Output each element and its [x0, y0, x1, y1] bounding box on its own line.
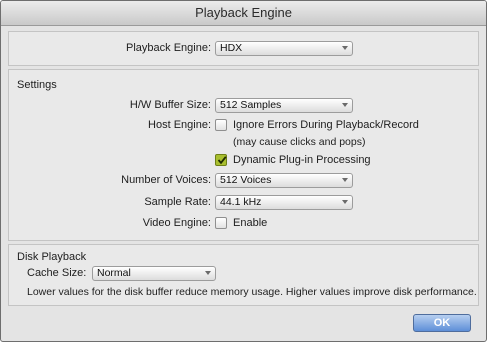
- playback-engine-dropdown[interactable]: HDX: [215, 41, 353, 56]
- hw-buffer-dropdown[interactable]: 512 Samples: [215, 98, 353, 113]
- chevron-down-icon: [205, 271, 211, 275]
- voices-dropdown[interactable]: 512 Voices: [215, 173, 353, 188]
- host-engine-label: Host Engine:: [148, 119, 211, 131]
- cache-size-label: Cache Size:: [27, 267, 87, 279]
- video-engine-enable-label: Enable: [233, 217, 268, 229]
- dynamic-plugin-label: Dynamic Plug-in Processing: [233, 154, 371, 166]
- playback-engine-label: Playback Engine:: [126, 42, 211, 54]
- chevron-down-icon: [342, 103, 348, 107]
- playback-engine-dialog: Playback Engine Playback Engine: HDX Set…: [0, 0, 487, 342]
- sample-rate-value: 44.1 kHz: [220, 196, 262, 208]
- ignore-errors-label: Ignore Errors During Playback/Record: [233, 119, 419, 131]
- dynamic-plugin-checkbox[interactable]: [215, 154, 227, 166]
- video-engine-checkbox[interactable]: [215, 217, 227, 229]
- ignore-errors-checkbox[interactable]: [215, 119, 227, 131]
- chevron-down-icon: [342, 178, 348, 182]
- cache-size-value: Normal: [97, 267, 131, 279]
- voices-label: Number of Voices:: [121, 174, 211, 186]
- video-engine-label: Video Engine:: [142, 217, 211, 229]
- cache-size-dropdown[interactable]: Normal: [92, 266, 216, 281]
- checkmark-icon: [217, 156, 227, 165]
- ok-button[interactable]: OK: [413, 314, 471, 332]
- chevron-down-icon: [342, 46, 348, 50]
- hw-buffer-value: 512 Samples: [220, 99, 282, 111]
- ignore-errors-note: (may cause clicks and pops): [233, 136, 366, 148]
- disk-playback-panel: Disk Playback Cache Size: Normal Lower v…: [8, 244, 479, 306]
- disk-playback-section-title: Disk Playback: [17, 251, 87, 263]
- window-title: Playback Engine: [1, 1, 486, 26]
- sample-rate-dropdown[interactable]: 44.1 kHz: [215, 195, 353, 210]
- playback-engine-value: HDX: [220, 42, 243, 54]
- engine-panel: Playback Engine: HDX: [8, 31, 479, 66]
- settings-section-title: Settings: [17, 79, 57, 91]
- disk-buffer-description: Lower values for the disk buffer reduce …: [27, 286, 477, 298]
- hw-buffer-label: H/W Buffer Size:: [129, 99, 211, 111]
- sample-rate-label: Sample Rate:: [144, 196, 211, 208]
- voices-value: 512 Voices: [220, 174, 272, 186]
- settings-panel: Settings H/W Buffer Size: 512 Samples Ho…: [8, 69, 479, 241]
- chevron-down-icon: [342, 200, 348, 204]
